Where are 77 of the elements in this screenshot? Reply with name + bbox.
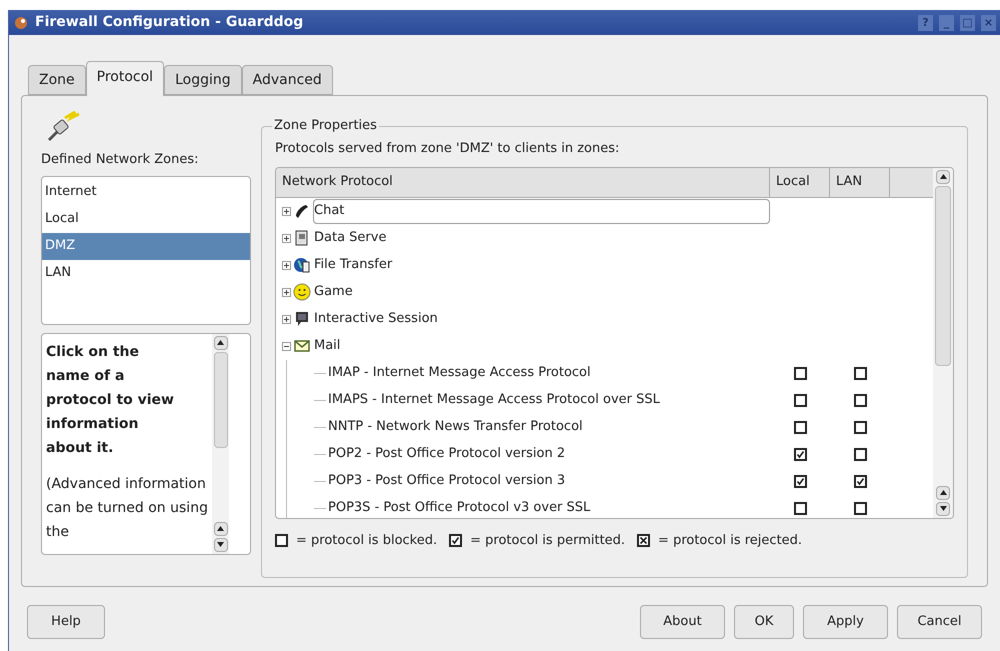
tab[interactable]: Protocol — [86, 61, 164, 96]
legend-text: = protocol is rejected. — [658, 532, 802, 550]
zone-item[interactable]: DMZ — [42, 232, 250, 260]
tab[interactable]: Zone — [28, 65, 86, 95]
protocol-group[interactable]: Chat — [313, 198, 770, 224]
column-header[interactable]: Network Protocol — [276, 168, 770, 196]
empty-box-icon[interactable] — [854, 502, 866, 514]
group-title: Zone Properties — [272, 117, 379, 135]
checked-box-icon[interactable] — [794, 448, 806, 460]
expand-icon[interactable] — [282, 288, 291, 296]
app-icon — [13, 14, 29, 30]
protocol-group[interactable]: Mail — [313, 334, 770, 358]
protocol-name[interactable]: IMAP - Internet Message Access Protocol — [328, 363, 591, 383]
protocol-group[interactable]: File Transfer — [313, 252, 770, 278]
checked-box-icon — [449, 534, 462, 547]
protocol-name[interactable]: NNTP - Network News Transfer Protocol — [328, 417, 583, 437]
collapse-icon[interactable] — [282, 342, 291, 350]
protocol-group[interactable]: Data Serve — [313, 226, 770, 250]
zone-item[interactable]: Internet — [42, 178, 250, 206]
checked-box-icon[interactable] — [794, 474, 806, 488]
empty-box-icon[interactable] — [854, 366, 866, 380]
protocol-name[interactable]: POP3 - Post Office Protocol version 3 — [328, 471, 566, 491]
expand-icon[interactable] — [282, 260, 291, 270]
rejected-box-icon — [637, 534, 650, 547]
zone-item[interactable]: LAN — [42, 260, 250, 286]
apply-button[interactable]: Apply — [803, 605, 888, 639]
empty-box-icon[interactable] — [854, 394, 866, 406]
empty-box-icon[interactable] — [854, 420, 866, 434]
scrollbar[interactable] — [212, 334, 229, 554]
expand-icon[interactable] — [282, 314, 291, 324]
window-title: Firewall Configuration - Guarddog — [35, 13, 304, 32]
protocol-name[interactable]: POP2 - Post Office Protocol version 2 — [328, 444, 566, 464]
scroll-down-button[interactable] — [936, 502, 950, 516]
scrollbar[interactable] — [933, 168, 953, 518]
expand-icon[interactable] — [282, 206, 291, 216]
cancel-button[interactable]: Cancel — [897, 605, 982, 639]
help-button[interactable]: Help — [27, 605, 105, 639]
protocol-group[interactable]: Game — [313, 280, 770, 304]
about-button[interactable]: About — [640, 605, 725, 639]
info-text: (Advanced information can be turned on using the — [46, 474, 208, 542]
globe-icon — [293, 256, 311, 274]
empty-box-icon[interactable] — [794, 366, 806, 380]
phone-icon — [293, 202, 311, 220]
tab[interactable]: Advanced — [242, 65, 333, 95]
down-arrow-icon — [217, 542, 224, 547]
zones-label: Defined Network Zones: — [41, 151, 200, 169]
down-arrow-icon — [940, 506, 946, 511]
empty-box-icon[interactable] — [794, 420, 806, 434]
scroll-down-button[interactable] — [214, 538, 228, 552]
terminal-icon — [293, 310, 311, 328]
empty-box-icon[interactable] — [794, 394, 806, 406]
up-arrow-icon — [940, 174, 946, 179]
up-arrow-icon — [217, 340, 224, 345]
scroll-up-button[interactable] — [936, 486, 950, 500]
tab[interactable]: Logging — [164, 65, 242, 95]
smiley-icon — [293, 283, 311, 301]
empty-box-icon[interactable] — [854, 448, 866, 460]
scroll-up-button[interactable] — [214, 336, 228, 350]
scroll-up-button[interactable] — [214, 522, 228, 536]
protocol-name[interactable]: POP3S - Post Office Protocol v3 over SSL — [328, 498, 590, 518]
empty-box-icon — [275, 534, 288, 547]
scroll-up-button[interactable] — [936, 170, 950, 184]
column-header[interactable]: Local — [770, 168, 830, 196]
legend-text: = protocol is blocked. — [296, 532, 438, 550]
ok-button[interactable]: OK — [734, 605, 794, 639]
empty-box-icon[interactable] — [794, 502, 806, 514]
legend-text: = protocol is permitted. — [470, 532, 626, 550]
column-header[interactable]: LAN — [830, 168, 890, 196]
up-arrow-icon — [217, 526, 224, 531]
description: Protocols served from zone 'DMZ' to clients in zones: — [275, 140, 620, 158]
expand-icon[interactable] — [282, 234, 291, 242]
checked-box-icon[interactable] — [854, 474, 866, 488]
protocol-name[interactable]: IMAPS - Internet Message Access Protocol over SSL — [328, 390, 660, 410]
zone-item[interactable]: Local — [42, 206, 250, 232]
info-heading: Click on the name of a protocol to view information about it. — [46, 342, 175, 458]
protocol-group[interactable]: Interactive Session — [313, 306, 770, 332]
up-arrow-icon — [940, 490, 946, 495]
